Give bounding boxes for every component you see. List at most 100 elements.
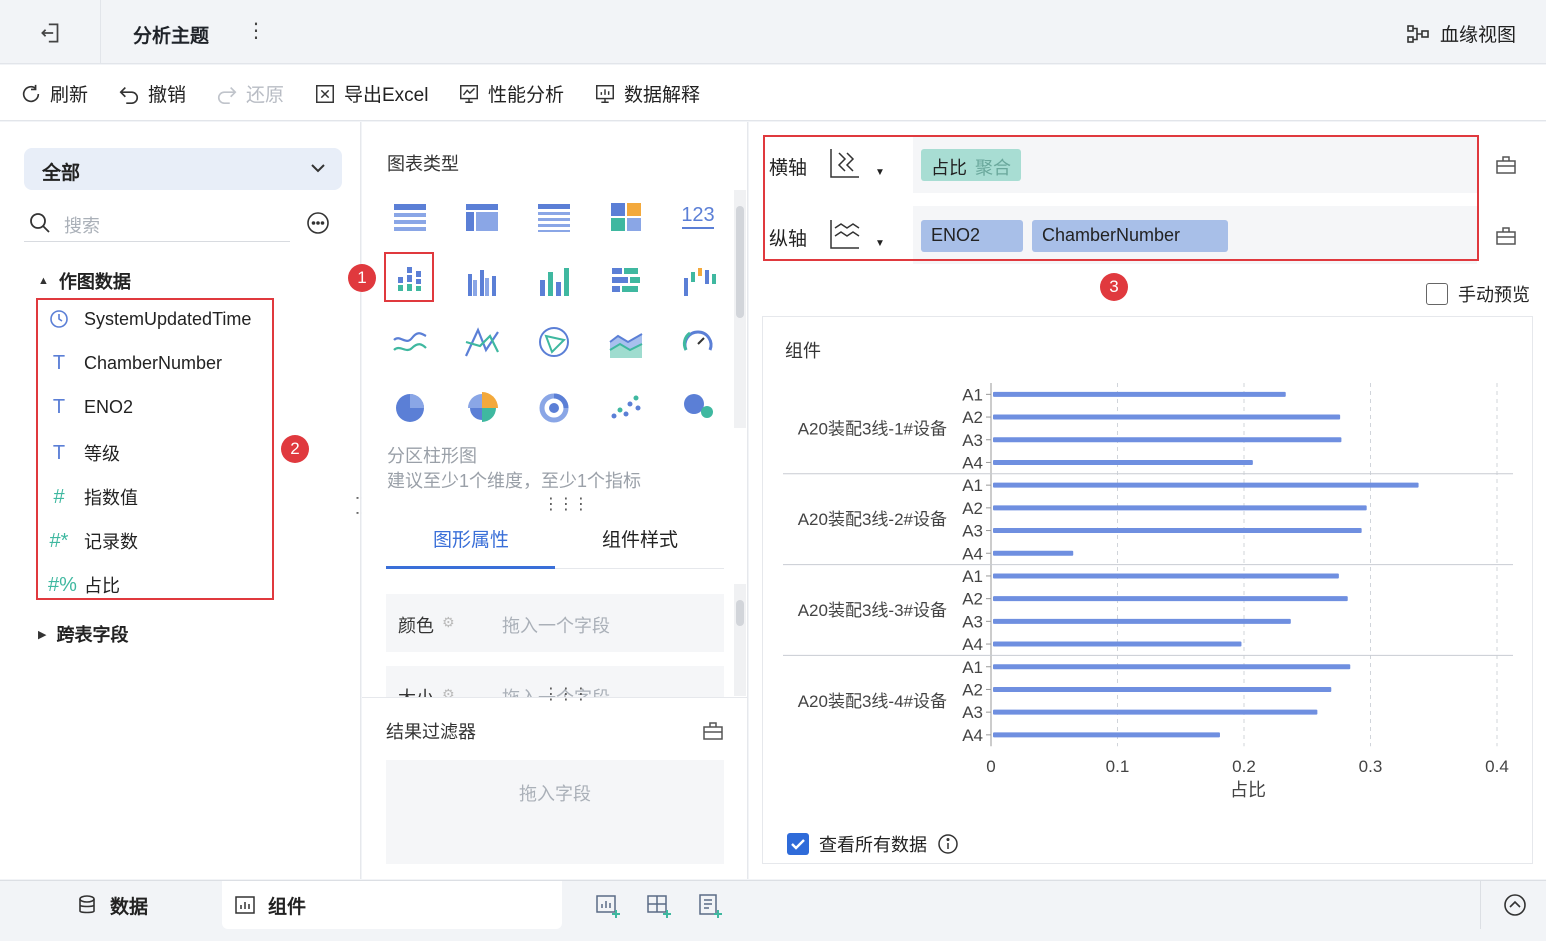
- category-label: A1: [962, 476, 983, 495]
- properties-scrollbar[interactable]: [734, 584, 746, 696]
- chart-type-detail-table[interactable]: [532, 196, 576, 236]
- view-all-data-checkbox[interactable]: 查看所有数据: [787, 831, 959, 857]
- chart-type-treemap[interactable]: [604, 196, 648, 236]
- data-tab-label: 数据: [110, 896, 149, 918]
- more-menu-icon[interactable]: ⋮: [246, 18, 266, 43]
- group-chart-data[interactable]: ▲ 作图数据: [38, 268, 131, 294]
- bar-chart-icon: [540, 268, 569, 296]
- field-item[interactable]: # 指数值: [48, 484, 138, 510]
- text-icon: T: [52, 396, 66, 418]
- refresh-button[interactable]: 刷新: [20, 80, 88, 107]
- radar-icon: [539, 327, 569, 357]
- chart-type-scatter[interactable]: [604, 386, 648, 426]
- chart-types-scrollbar[interactable]: [734, 190, 746, 428]
- range-line-icon: [465, 327, 499, 357]
- info-icon[interactable]: [937, 833, 959, 855]
- x-tick-label: 0.1: [1106, 757, 1130, 776]
- chart-type-radar[interactable]: [532, 322, 576, 362]
- chart-type-kpi[interactable]: 123: [676, 196, 720, 236]
- category-label: A2: [962, 408, 983, 427]
- group-label: A20装配3线-4#设备: [798, 692, 947, 711]
- category-label: A4: [962, 726, 983, 745]
- treemap-icon: [611, 203, 641, 231]
- field-item[interactable]: T ENO2: [48, 396, 133, 419]
- field-item[interactable]: #% 占比: [48, 572, 120, 598]
- chart-type-cross-table[interactable]: [460, 196, 504, 236]
- manual-preview-checkbox[interactable]: 手动预览: [1426, 281, 1530, 307]
- bar: [993, 686, 1332, 692]
- chart-type-pie[interactable]: [388, 386, 432, 426]
- excel-icon: [316, 84, 334, 103]
- chart-type-stacked-bar[interactable]: [604, 260, 648, 300]
- bottom-tab-data[interactable]: 数据: [76, 881, 148, 929]
- tab-graph-properties[interactable]: 图形属性: [433, 525, 509, 552]
- y-axis-toolbox-icon[interactable]: [1495, 225, 1517, 247]
- resize-handle[interactable]: ⋮⋮⋮: [543, 684, 589, 704]
- table-icon: [394, 204, 426, 231]
- chevron-down-icon: [311, 164, 325, 173]
- chart-type-bar[interactable]: [532, 260, 576, 300]
- chart-type-partition-bar[interactable]: [384, 252, 434, 302]
- chart-type-gauge[interactable]: [676, 322, 720, 362]
- add-report-icon[interactable]: [697, 893, 723, 919]
- chart-types-title: 图表类型: [387, 154, 459, 174]
- chart-type-donut[interactable]: [532, 386, 576, 426]
- group-cross-table[interactable]: ▶ 跨表字段: [38, 621, 128, 647]
- chart-type-line[interactable]: [388, 322, 432, 362]
- scope-value: 全部: [42, 163, 81, 184]
- chart-type-rose[interactable]: [460, 386, 504, 426]
- checkbox-checked[interactable]: [787, 833, 809, 855]
- chart-type-area[interactable]: [604, 322, 648, 362]
- x-tick-label: 0.4: [1485, 757, 1509, 776]
- lineage-view-button[interactable]: 血缘视图: [1406, 20, 1516, 47]
- gauge-icon: [682, 330, 713, 351]
- chart-type-table[interactable]: [388, 196, 432, 236]
- filter-toolbox-icon[interactable]: [702, 720, 724, 742]
- export-excel-button[interactable]: 导出Excel: [314, 80, 428, 107]
- data-explain-button[interactable]: 数据解释: [594, 80, 700, 107]
- field-item[interactable]: SystemUpdatedTime: [48, 308, 251, 330]
- data-panel: 全部 搜索 ▲ 作图数据 SystemUpdatedTime T Chamber…: [0, 122, 361, 879]
- title-bar: 分析主题 ⋮ 血缘视图: [0, 0, 1546, 64]
- field-item[interactable]: T ChamberNumber: [48, 352, 222, 375]
- grouped-bar-icon: [468, 270, 496, 296]
- filter-drop-placeholder: 拖入字段: [519, 784, 591, 804]
- field-item[interactable]: #* 记录数: [48, 528, 138, 554]
- add-layout-icon[interactable]: [646, 893, 672, 919]
- color-property-row[interactable]: 颜色 ⚙ 拖入一个字段: [386, 594, 724, 652]
- lineage-icon: [1407, 24, 1429, 43]
- chart-type-radar-line[interactable]: [460, 322, 504, 362]
- undo-button[interactable]: 撤销: [118, 80, 186, 107]
- field-item[interactable]: T 等级: [48, 440, 120, 466]
- redo-button[interactable]: 还原: [216, 80, 284, 107]
- field-list: SystemUpdatedTime T ChamberNumber T ENO2…: [36, 298, 274, 600]
- category-label: A3: [962, 522, 983, 541]
- bar: [993, 709, 1318, 715]
- chart-type-waterfall[interactable]: [676, 260, 720, 300]
- chart-type-bubble[interactable]: [676, 386, 720, 426]
- search-input[interactable]: 搜索: [24, 206, 290, 242]
- scope-select[interactable]: 全部: [24, 148, 342, 190]
- more-options-icon[interactable]: [306, 211, 330, 235]
- kpi-number-icon: 123: [681, 204, 715, 229]
- collapse-up-icon[interactable]: [1502, 892, 1528, 918]
- perf-analysis-button[interactable]: 性能分析: [458, 80, 564, 107]
- checkbox-unchecked[interactable]: [1426, 283, 1448, 305]
- area-chart-icon: [609, 333, 643, 358]
- database-icon: [79, 895, 95, 914]
- exit-icon[interactable]: [38, 20, 64, 46]
- chart-type-grouped-bar[interactable]: [460, 260, 504, 300]
- text-icon: T: [52, 352, 66, 374]
- settings-gear-icon[interactable]: ⚙: [442, 614, 455, 631]
- stacked-bar-icon: [612, 268, 640, 292]
- component-chart-icon: [235, 896, 255, 914]
- expand-triangle-icon: ▶: [38, 628, 47, 641]
- add-component-icon[interactable]: [595, 893, 621, 919]
- bottom-tab-component[interactable]: 组件: [222, 881, 562, 929]
- result-filter-dropzone[interactable]: 拖入字段: [386, 760, 724, 864]
- tab-component-style[interactable]: 组件样式: [602, 525, 678, 552]
- x-axis-toolbox-icon[interactable]: [1495, 154, 1517, 176]
- result-filter-title: 结果过滤器: [386, 722, 476, 742]
- refresh-label: 刷新: [50, 85, 89, 106]
- field-name: 指数值: [84, 488, 138, 508]
